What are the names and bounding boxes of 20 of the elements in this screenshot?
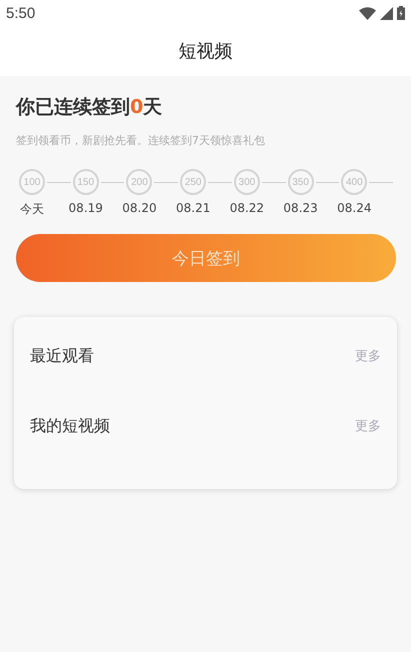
coin-badge: 250 xyxy=(180,169,206,195)
battery-icon xyxy=(397,6,405,20)
checkin-button[interactable]: 今日签到 xyxy=(16,234,396,282)
streak-heading: 你已连续签到0天 xyxy=(16,95,164,120)
checkin-description: 签到领看币，新剧抢先看。连续签到7天领惊喜礼包 xyxy=(16,133,266,148)
section-title: 我的短视频 xyxy=(30,416,110,436)
day-label: 今天 xyxy=(19,201,45,218)
more-link[interactable]: 更多 xyxy=(355,347,381,365)
status-time: 5:50 xyxy=(6,4,36,22)
coin-badge: 350 xyxy=(288,169,314,195)
section-title: 最近观看 xyxy=(30,346,94,366)
page-title: 短视频 xyxy=(178,40,232,63)
more-link[interactable]: 更多 xyxy=(355,417,381,435)
coin-badge: 400 xyxy=(341,169,368,195)
coin-badge: 150 xyxy=(72,169,99,195)
signal-icon xyxy=(380,6,393,20)
coin-badge: 300 xyxy=(234,169,260,195)
wifi-icon xyxy=(359,6,376,20)
coin-badge: 200 xyxy=(126,169,152,195)
coin-badge: 100 xyxy=(19,169,45,195)
